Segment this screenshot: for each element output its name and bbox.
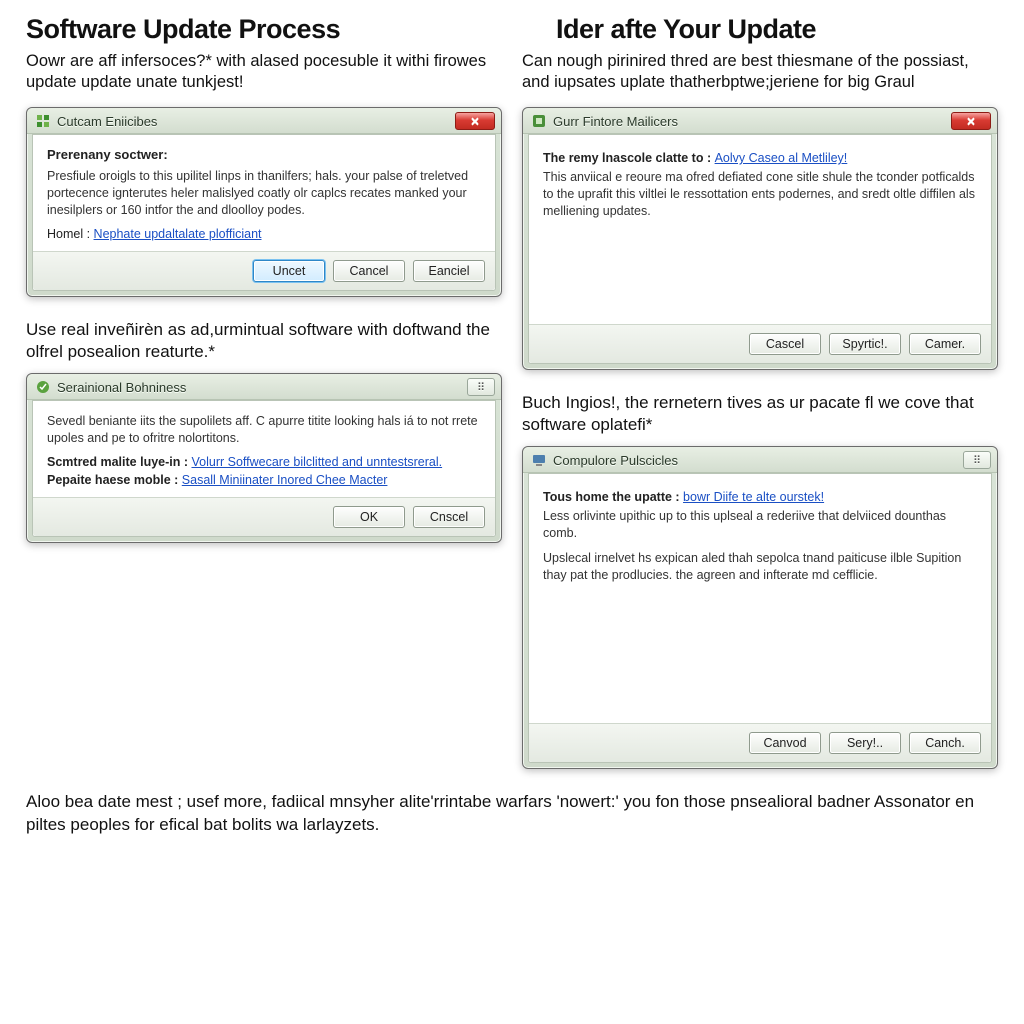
dialog-cutcam-title: Cutcam Eniicibes (57, 114, 451, 129)
app-icon (531, 452, 547, 468)
camer-button[interactable]: Camer. (909, 333, 981, 355)
cascel-button[interactable]: Cascel (749, 333, 821, 355)
dialog-compulore-link[interactable]: bowr Diife te alte ourstek! (683, 490, 824, 504)
app-icon (35, 113, 51, 129)
left-intro: Oowr are aff infersoces?* with alased po… (26, 51, 502, 93)
dialog-compulore-body2: Upslecal irnelvet hs expican aled thah s… (543, 550, 977, 584)
spyrtic-button[interactable]: Spyrtic!. (829, 333, 901, 355)
right-intro: Can nough pirinired thred are best thies… (522, 51, 998, 93)
left-mid: Use real inveñirèn as ad,urmintual softw… (26, 319, 502, 363)
uncet-button[interactable]: Uncet (253, 260, 325, 282)
close-icon[interactable]: ⠿ (963, 451, 991, 469)
ok-button[interactable]: OK (333, 506, 405, 528)
dialog-cutcam-body: Presfiule oroigls to this upilitel linps… (47, 168, 481, 219)
canvod-button[interactable]: Canvod (749, 732, 821, 754)
dialog-compulore-body1: Less orlivinte upithic up to this uplsea… (543, 508, 977, 542)
dialog-cutcam-link[interactable]: Nephate updaltalate plofficiant (94, 227, 262, 241)
dialog-serainional-body: Sevedl beniante iits the supolilets aff.… (47, 413, 481, 447)
dialog-gurr-titlebar[interactable]: Gurr Fintore Mailicers ✕ (523, 108, 997, 134)
sery-button[interactable]: Sery!.. (829, 732, 901, 754)
dialog-gurr-title: Gurr Fintore Mailicers (553, 114, 947, 129)
footer-text: Aloo bea date mest ; usef more, fadiical… (16, 773, 1008, 835)
dialog-serainional-link1[interactable]: Volurr Soffwecare bilclitted and unntest… (191, 455, 442, 469)
dialog-compulore-title: Compulore Pulscicles (553, 453, 959, 468)
dialog-cutcam-titlebar[interactable]: Cutcam Eniicibes ✕ (27, 108, 501, 134)
left-heading: Software Update Process (26, 14, 502, 45)
cnscel-button[interactable]: Cnscel (413, 506, 485, 528)
dialog-cutcam-link-label: Homel : (47, 227, 94, 241)
dialog-gurr-body: This anviical e reoure ma ofred defiated… (543, 169, 977, 220)
eanciel-button[interactable]: Eanciel (413, 260, 485, 282)
cancel-button[interactable]: Cancel (333, 260, 405, 282)
dialog-serainional-link2[interactable]: Sasall Miniinater Inored Chee Macter (182, 473, 388, 487)
dialog-gurr-link[interactable]: Aolvy Caseo al Metliley! (715, 151, 848, 165)
dialog-gurr: Gurr Fintore Mailicers ✕ The remy lnasco… (522, 107, 998, 370)
close-icon[interactable]: ✕ (455, 112, 495, 130)
dialog-compulore: Compulore Pulscicles ⠿ Tous home the upa… (522, 446, 998, 769)
canch-button[interactable]: Canch. (909, 732, 981, 754)
dialog-compulore-link-label: Tous home the upatte : (543, 490, 683, 504)
close-icon[interactable]: ✕ (951, 112, 991, 130)
app-icon (531, 113, 547, 129)
app-icon (35, 379, 51, 395)
dialog-serainional-link1-label: Scmtred malite luye-in : (47, 455, 191, 469)
dialog-serainional-title: Serainional Bohniness (57, 380, 463, 395)
dialog-cutcam-heading: Prerenany soctwer: (47, 147, 481, 162)
dialog-cutcam: Cutcam Eniicibes ✕ Prerenany soctwer: Pr… (26, 107, 502, 297)
dialog-gurr-link-label: The remy lnascole clatte to : (543, 151, 715, 165)
right-mid: Buch Ingios!, the rernetern tives as ur … (522, 392, 998, 436)
dialog-compulore-titlebar[interactable]: Compulore Pulscicles ⠿ (523, 447, 997, 473)
dialog-serainional-link2-label: Pepaite haese moble : (47, 473, 182, 487)
right-heading: Ider afte Your Update (522, 14, 998, 45)
close-icon[interactable]: ⠿ (467, 378, 495, 396)
dialog-serainional: Serainional Bohniness ⠿ Sevedl beniante … (26, 373, 502, 543)
dialog-serainional-titlebar[interactable]: Serainional Bohniness ⠿ (27, 374, 501, 400)
